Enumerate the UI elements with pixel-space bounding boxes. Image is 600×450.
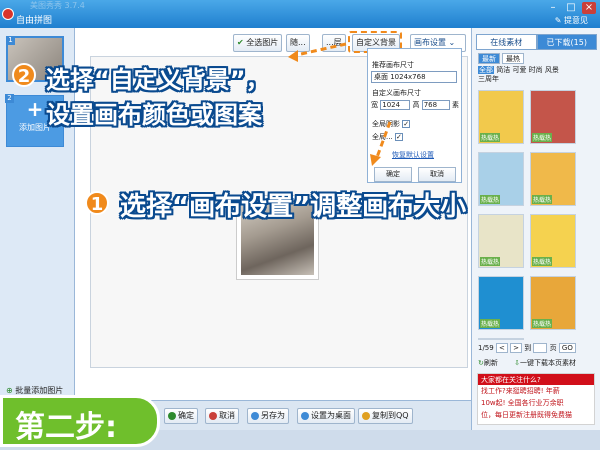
ad-line: 10w起! 全国各行业万余职 (481, 399, 564, 407)
ad-line: 找工作?来挺聘招聘! 年薪 (481, 387, 560, 395)
step2-line1: 选择“自定义背景”， (46, 66, 270, 94)
template-thumbnail[interactable]: 热载热 (478, 90, 524, 144)
cancel-icon (209, 411, 217, 420)
set-desktop-button[interactable]: 设置为桌面 (297, 408, 355, 424)
desktop-icon (301, 411, 309, 420)
category-all[interactable]: 全部 (478, 66, 494, 74)
template-thumbnail[interactable]: 热载热 (478, 276, 524, 330)
step1-number-badge: 1 (85, 191, 109, 215)
template-tag: 热载热 (532, 319, 553, 328)
qq-icon (362, 411, 370, 420)
arrow-head-step1 (370, 154, 381, 166)
sort-tabs: 最新 最热 (478, 53, 524, 64)
template-tag: 热载热 (532, 133, 553, 142)
download-all-label: 一键下载本页素材 (519, 359, 576, 367)
category-filter: 全部 简洁 可爱 时尚 风景 三周年 (478, 66, 596, 84)
ad-banner[interactable]: 大家都在关注什么? 找工作?来挺聘招聘! 年薪 10w起! 全国各行业万余职 位… (477, 373, 595, 425)
template-tag: 热载热 (480, 257, 501, 266)
save-as-button[interactable]: 另存为 (247, 408, 289, 424)
step-badge: 第二步: (0, 395, 160, 447)
download-all-button[interactable]: ⇩一键下载本页素材 (514, 359, 576, 367)
ok-icon (168, 411, 176, 420)
template-tag: 热载热 (480, 195, 501, 204)
material-panel: 在线素材 已下载(15) 最新 最热 全部 简洁 可爱 时尚 风景 三周年 热载… (471, 28, 600, 450)
template-tag: 热载热 (480, 133, 501, 142)
template-tag: 热载热 (480, 319, 501, 328)
template-thumbnail[interactable]: 热载热 (530, 90, 576, 144)
step2-number-badge: 2 (12, 63, 36, 87)
page-input[interactable] (533, 343, 548, 353)
arrow-head-step2 (288, 50, 298, 62)
ok-button[interactable]: 确定 (164, 408, 198, 424)
arrow-to-step2 (291, 42, 347, 58)
pagination: 1/59 < > 到 页 GO (478, 343, 596, 355)
template-thumbnail[interactable]: 热载热 (530, 152, 576, 206)
tab-hottest[interactable]: 最热 (502, 53, 524, 64)
save-icon (251, 411, 259, 420)
cancel-button[interactable]: 取消 (205, 408, 239, 424)
template-thumbnail-hidden (478, 338, 524, 340)
goto-label: 到 (524, 344, 532, 352)
go-button[interactable]: GO (558, 343, 576, 353)
copy-to-qq-button[interactable]: 复制到QQ (358, 408, 413, 424)
tab-online-materials[interactable]: 在线素材 (476, 34, 537, 50)
tab-downloaded[interactable]: 已下载(15) (536, 34, 597, 50)
copy-to-qq-label: 复制到QQ (372, 411, 409, 420)
page-unit-label: 页 (549, 344, 557, 352)
template-thumbnail[interactable]: 热载热 (478, 214, 524, 268)
template-tag: 热载热 (532, 195, 553, 204)
save-as-label: 另存为 (261, 411, 285, 420)
refresh-button[interactable]: ↻刷新 (478, 359, 498, 367)
next-page-button[interactable]: > (510, 343, 522, 353)
page-indicator: 1/59 (478, 344, 494, 352)
template-tag: 热载热 (532, 257, 553, 266)
step-badge-text: 第二步: (15, 410, 117, 445)
set-desktop-label: 设置为桌面 (311, 411, 351, 420)
prev-page-button[interactable]: < (495, 343, 508, 353)
template-thumbnail[interactable]: 热载热 (530, 214, 576, 268)
ok-label: 确定 (178, 411, 194, 420)
category-list[interactable]: 简洁 可爱 时尚 风景 (496, 66, 559, 74)
template-thumbnail[interactable]: 热载热 (478, 152, 524, 206)
tab-latest[interactable]: 最新 (478, 53, 500, 64)
ad-line: 位，每日更新注册既得免费猫 (481, 411, 572, 419)
cancel-label: 取消 (219, 411, 235, 420)
arrow-to-step1 (374, 121, 392, 161)
material-tabs: 在线素材 已下载(15) (476, 34, 597, 50)
refresh-row: ↻刷新 ⇩一键下载本页素材 (478, 358, 596, 368)
step2-line2: 设置画布颜色或图案 (46, 101, 262, 129)
refresh-label: 刷新 (483, 359, 498, 367)
category-anniversary[interactable]: 三周年 (478, 75, 499, 83)
ad-heading: 大家都在关注什么? (478, 374, 594, 385)
template-thumbnail[interactable]: 热载热 (530, 276, 576, 330)
step1-text: 选择“画布设置”调整画布大小 (120, 192, 467, 222)
